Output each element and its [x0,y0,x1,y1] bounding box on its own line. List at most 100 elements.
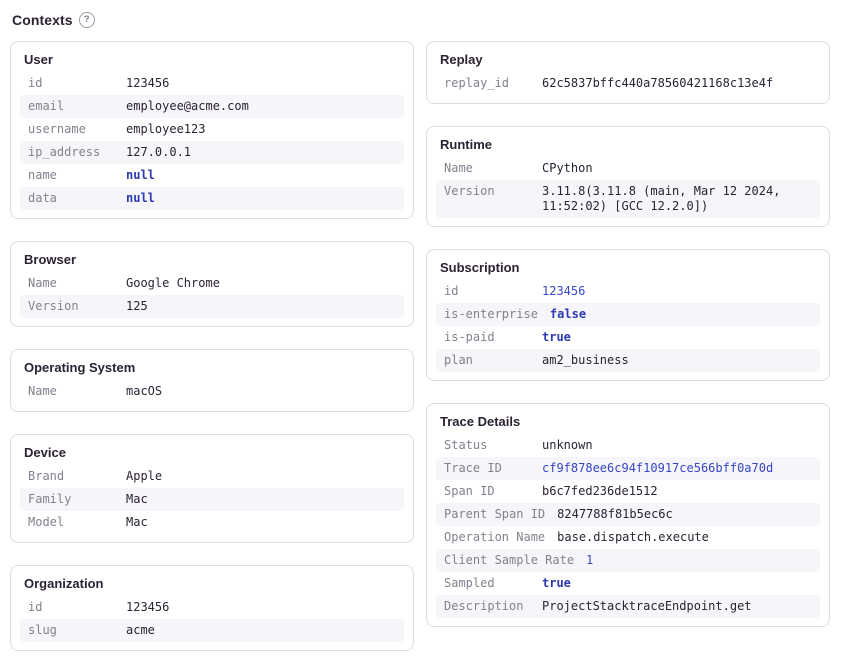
kv-row: name null [20,164,404,187]
kv-row: username employee123 [20,118,404,141]
kv-row: Span ID b6c7fed236de1512 [436,480,820,503]
kv-row: id 123456 [436,280,820,303]
kv-key: Status [444,438,542,453]
kv-value: 127.0.0.1 [126,145,396,160]
section-header: Contexts ? [12,12,830,28]
section-title: Contexts [12,12,73,28]
right-column: Replay replay_id 62c5837bffc440a78560421… [426,41,830,627]
kv-value: 123456 [542,284,812,299]
card-title: User [24,52,400,67]
card-title: Replay [440,52,816,67]
kv-row: is-paid true [436,326,820,349]
kv-row: id 123456 [20,596,404,619]
kv-row: Name CPython [436,157,820,180]
kv-row: Description ProjectStacktraceEndpoint.ge… [436,595,820,618]
card-rows: Name macOS [20,380,404,403]
kv-row: id 123456 [20,72,404,95]
kv-value: employee123 [126,122,396,137]
kv-value: 123456 [126,76,396,91]
kv-row: Sampled true [436,572,820,595]
kv-row: Version 125 [20,295,404,318]
card-title: Runtime [440,137,816,152]
card-rows: id 123456 is-enterprise false is-paid tr… [436,280,820,372]
context-card-replay: Replay replay_id 62c5837bffc440a78560421… [426,41,830,104]
kv-key: is-paid [444,330,542,345]
kv-key: name [28,168,126,183]
context-card-subscription: Subscription id 123456 is-enterprise fal… [426,249,830,381]
kv-key: Version [28,299,126,314]
kv-key: Name [28,384,126,399]
kv-key: email [28,99,126,114]
context-card-user: User id 123456 email employee@acme.com u… [10,41,414,219]
kv-key: id [444,284,542,299]
kv-row: is-enterprise false [436,303,820,326]
kv-value: Mac [126,515,396,530]
kv-key: Sampled [444,576,542,591]
card-title: Trace Details [440,414,816,429]
kv-key: Brand [28,469,126,484]
kv-value: null [126,191,396,206]
card-rows: id 123456 email employee@acme.com userna… [20,72,404,210]
kv-row: email employee@acme.com [20,95,404,118]
kv-key: data [28,191,126,206]
kv-row: plan am2_business [436,349,820,372]
kv-value: Apple [126,469,396,484]
kv-key: ip_address [28,145,126,160]
kv-key: Description [444,599,542,614]
kv-value: macOS [126,384,396,399]
kv-row: data null [20,187,404,210]
kv-value: 125 [126,299,396,314]
context-card-runtime: Runtime Name CPython Version 3.11.8(3.11… [426,126,830,227]
help-icon[interactable]: ? [79,12,95,28]
kv-key: is-enterprise [444,307,550,322]
kv-value: 3.11.8(3.11.8 (main, Mar 12 2024, 11:52:… [542,184,812,214]
kv-key: replay_id [444,76,542,91]
context-card-organization: Organization id 123456 slug acme [10,565,414,651]
kv-key: Parent Span ID [444,507,557,522]
kv-row: Trace ID cf9f878ee6c94f10917ce566bff0a70… [436,457,820,480]
context-card-trace-details: Trace Details Status unknown Trace ID cf… [426,403,830,627]
kv-value: am2_business [542,353,812,368]
kv-key: Name [444,161,542,176]
kv-key: plan [444,353,542,368]
left-column: User id 123456 email employee@acme.com u… [10,41,414,651]
kv-row: Name macOS [20,380,404,403]
kv-value: acme [126,623,396,638]
kv-value: 8247788f81b5ec6c [557,507,812,522]
kv-key: Model [28,515,126,530]
kv-key: Family [28,492,126,507]
card-rows: Brand Apple Family Mac Model Mac [20,465,404,534]
kv-value: 62c5837bffc440a78560421168c13e4f [542,76,812,91]
kv-key: username [28,122,126,137]
card-rows: Status unknown Trace ID cf9f878ee6c94f10… [436,434,820,618]
card-rows: id 123456 slug acme [20,596,404,642]
kv-value: base.dispatch.execute [557,530,812,545]
kv-value: CPython [542,161,812,176]
card-title: Operating System [24,360,400,375]
kv-row: slug acme [20,619,404,642]
context-card-browser: Browser Name Google Chrome Version 125 [10,241,414,327]
kv-value: 123456 [126,600,396,615]
card-title: Device [24,445,400,460]
kv-value: false [550,307,812,322]
kv-key: slug [28,623,126,638]
context-card-device: Device Brand Apple Family Mac Model Mac [10,434,414,543]
kv-row: Family Mac [20,488,404,511]
context-columns: User id 123456 email employee@acme.com u… [10,41,830,651]
card-title: Browser [24,252,400,267]
kv-key: Version [444,184,542,199]
kv-row: Version 3.11.8(3.11.8 (main, Mar 12 2024… [436,180,820,218]
kv-value-link[interactable]: cf9f878ee6c94f10917ce566bff0a70d [542,461,812,476]
kv-key: Trace ID [444,461,542,476]
kv-key: Client Sample Rate [444,553,586,568]
kv-row: Model Mac [20,511,404,534]
kv-value: Google Chrome [126,276,396,291]
kv-row: replay_id 62c5837bffc440a78560421168c13e… [436,72,820,95]
card-rows: replay_id 62c5837bffc440a78560421168c13e… [436,72,820,95]
kv-value: null [126,168,396,183]
kv-key: Span ID [444,484,542,499]
kv-value: true [542,576,812,591]
kv-row: Operation Name base.dispatch.execute [436,526,820,549]
kv-value: ProjectStacktraceEndpoint.get [542,599,812,614]
kv-key: Operation Name [444,530,557,545]
